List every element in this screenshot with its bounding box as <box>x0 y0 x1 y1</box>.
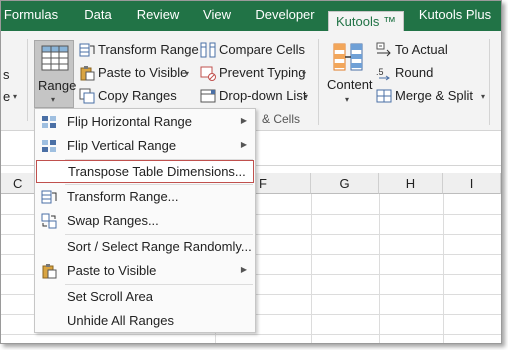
ribbon-group-label: & Cells <box>262 112 301 126</box>
transform-range-icon <box>79 43 95 57</box>
chevron-down-icon[interactable]: ▾ <box>481 92 485 101</box>
chevron-down-icon[interactable]: ▾ <box>302 69 306 78</box>
grid-column-line <box>311 194 312 343</box>
grid-row-line <box>1 334 501 335</box>
tab-data[interactable]: Data <box>73 1 123 31</box>
flip-vertical-icon <box>42 140 56 152</box>
chevron-down-icon: ▾ <box>13 92 18 101</box>
swap-ranges-icon <box>41 213 57 229</box>
tab-view[interactable]: View <box>193 1 241 31</box>
column-header-g[interactable]: G <box>311 173 379 194</box>
menu-item-flip-vertical[interactable]: Flip Vertical Range ▶ <box>35 134 255 158</box>
group-divider <box>489 39 490 125</box>
round-icon: .5 <box>376 67 390 81</box>
excel-window: Formulas Data Review View Developer Kuto… <box>0 0 502 344</box>
prevent-typing-icon <box>200 66 216 81</box>
grid-column-line <box>443 194 444 343</box>
column-header-label: C <box>13 176 23 191</box>
chevron-down-icon: ▾ <box>51 95 56 104</box>
menu-item-label: Flip Vertical Range <box>67 138 177 153</box>
menu-item-label: Transpose Table Dimensions... <box>68 164 246 179</box>
menu-item-label: Flip Horizontal Range <box>67 114 193 129</box>
chevron-down-icon[interactable]: ▾ <box>185 69 189 78</box>
range-button-label: Range <box>38 78 77 93</box>
group-divider <box>318 39 319 125</box>
submenu-arrow-icon: ▶ <box>240 140 247 149</box>
chevron-down-icon[interactable]: ▾ <box>304 92 308 101</box>
round-button[interactable]: Round <box>395 65 433 80</box>
tab-kutools-plus[interactable]: Kutools Plus <box>411 1 499 31</box>
column-header-label: F <box>259 176 267 191</box>
menu-item-transpose-table-dimensions[interactable]: Transpose Table Dimensions... <box>36 160 254 183</box>
menu-item-swap-ranges[interactable]: Swap Ranges... <box>35 209 255 233</box>
to-actual-button[interactable]: To Actual <box>395 42 448 57</box>
prevent-typing-button[interactable]: Prevent Typing <box>219 65 305 80</box>
svg-text:.5: .5 <box>376 67 384 77</box>
tab-developer[interactable]: Developer <box>247 1 323 31</box>
submenu-arrow-icon: ▶ <box>240 265 247 274</box>
copy-ranges-icon <box>79 88 95 104</box>
range-button[interactable]: Range ▾ <box>34 40 77 108</box>
range-dropdown-menu: Flip Horizontal Range ▶ Flip Vertical Ra… <box>34 108 256 333</box>
ribbon-tab-bar: Formulas Data Review View Developer Kuto… <box>1 1 501 31</box>
tab-kutools[interactable]: Kutools ™ <box>328 11 404 31</box>
menu-item-flip-horizontal[interactable]: Flip Horizontal Range ▶ <box>35 110 255 134</box>
merge-split-button[interactable]: Merge & Split <box>395 88 473 103</box>
partial-label-top: s <box>3 67 10 82</box>
paste-icon <box>42 264 57 279</box>
menu-item-label: Paste to Visible <box>67 263 157 278</box>
range-grid-icon <box>41 45 69 71</box>
menu-item-transform-range[interactable]: Transform Range... <box>35 185 255 209</box>
partial-label-bottom: e <box>3 89 11 104</box>
menu-item-sort-select-random[interactable]: Sort / Select Range Randomly... <box>35 235 255 259</box>
column-header-i[interactable]: I <box>443 173 501 194</box>
flip-horizontal-icon <box>42 116 56 128</box>
paste-to-visible-button[interactable]: Paste to Visible <box>98 65 187 80</box>
submenu-arrow-icon: ▶ <box>240 116 247 125</box>
group-divider <box>27 39 28 121</box>
menu-item-label: Swap Ranges... <box>67 213 159 228</box>
menu-item-label: Unhide All Ranges <box>67 313 174 328</box>
content-icon <box>333 43 363 71</box>
content-button[interactable]: Content <box>327 77 373 92</box>
paste-icon <box>80 66 95 81</box>
column-header-h[interactable]: H <box>379 173 443 194</box>
to-actual-icon <box>376 42 391 57</box>
dropdown-list-button[interactable]: Drop-down List <box>219 88 306 103</box>
menu-item-set-scroll-area[interactable]: Set Scroll Area <box>35 285 255 309</box>
grid-column-line <box>379 194 380 343</box>
compare-cells-icon <box>200 42 216 58</box>
menu-item-label: Transform Range... <box>67 189 179 204</box>
chevron-down-icon: ▾ <box>345 95 350 104</box>
compare-cells-button[interactable]: Compare Cells <box>219 42 305 57</box>
menu-item-label: Set Scroll Area <box>67 289 153 304</box>
menu-item-paste-to-visible[interactable]: Paste to Visible ▶ <box>35 259 255 283</box>
dropdown-list-icon <box>200 89 216 103</box>
merge-split-icon <box>376 89 392 103</box>
transform-range-icon <box>41 190 57 204</box>
menu-item-unhide-all-ranges[interactable]: Unhide All Ranges <box>35 309 255 333</box>
copy-ranges-button[interactable]: Copy Ranges <box>98 88 177 103</box>
menu-item-label: Sort / Select Range Randomly... <box>67 239 252 254</box>
tab-review[interactable]: Review <box>129 1 187 31</box>
transform-range-button[interactable]: Transform Range <box>98 42 199 57</box>
tab-formulas[interactable]: Formulas <box>1 1 61 31</box>
